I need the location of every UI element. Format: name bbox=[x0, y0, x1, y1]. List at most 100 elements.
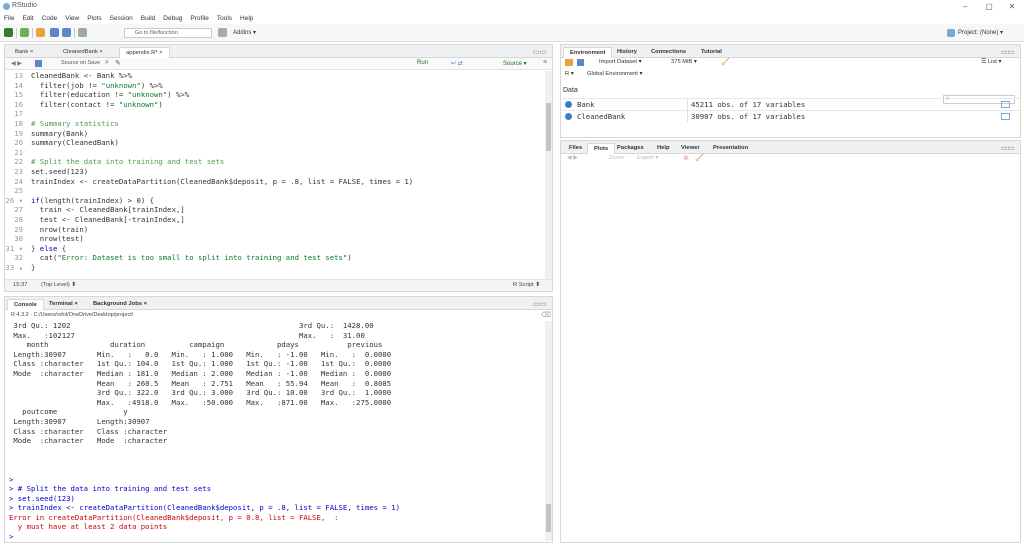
view-table-icon[interactable] bbox=[1001, 101, 1010, 108]
view-table-icon[interactable] bbox=[1001, 113, 1010, 120]
code-line[interactable]: 17 bbox=[5, 109, 545, 119]
file-type-selector[interactable]: R Script ⬍ bbox=[513, 282, 540, 288]
scope-dropdown[interactable]: Global Environment ▾ bbox=[587, 71, 642, 77]
list-view-dropdown[interactable]: ☰ List ▾ bbox=[981, 59, 1001, 65]
code-line[interactable]: 28 test <- CleanedBank[-trainIndex,] bbox=[5, 215, 545, 225]
code-line[interactable]: 32 cat("Error: Dataset is too small to s… bbox=[5, 253, 545, 263]
code-line[interactable]: 21 bbox=[5, 148, 545, 158]
tab-terminal[interactable]: Terminal × bbox=[43, 299, 84, 310]
rerun-icon[interactable]: ↩ ⇄ bbox=[451, 60, 463, 67]
code-line[interactable]: 15 filter(education != "unknown") %>% bbox=[5, 90, 545, 100]
goto-file-input[interactable]: Go to file/function bbox=[124, 28, 212, 38]
tab-files[interactable]: Files bbox=[563, 143, 588, 154]
grid-layout-icon[interactable] bbox=[218, 28, 227, 37]
tab-viewer[interactable]: Viewer bbox=[675, 143, 706, 154]
files-minimize-icon[interactable]: ▭▭ bbox=[1001, 144, 1014, 152]
memory-usage[interactable]: 375 MiB ▾ bbox=[671, 59, 697, 65]
close-button[interactable]: ✕ bbox=[1002, 1, 1022, 12]
tab-console[interactable]: Console bbox=[7, 299, 44, 310]
console-output[interactable]: 3rd Qu.: 1202 3rd Qu.: 1428.00 Max. :102… bbox=[9, 321, 545, 541]
maximize-button[interactable]: ▢ bbox=[979, 1, 999, 12]
editor-minimize-icon[interactable]: ▭▭ bbox=[533, 48, 546, 56]
remove-plot-icon[interactable]: ⊗ bbox=[683, 154, 689, 162]
export-button[interactable]: Export ▾ bbox=[637, 155, 658, 161]
save-all-icon[interactable] bbox=[62, 28, 71, 37]
project-menu[interactable]: Project: (None) ▾ bbox=[958, 29, 1003, 36]
scope-selector[interactable]: (Top Level) ⬍ bbox=[41, 282, 76, 288]
code-line[interactable]: 18 # Summary statistics bbox=[5, 119, 545, 129]
tab-presentation[interactable]: Presentation bbox=[707, 143, 754, 154]
code-line[interactable]: 20 summary(CleanedBank) bbox=[5, 138, 545, 148]
editor-scroll-thumb[interactable] bbox=[546, 103, 551, 151]
find-icon[interactable]: ⌕ bbox=[105, 59, 109, 67]
tab-bank[interactable]: Bank × bbox=[9, 47, 39, 58]
menu-edit[interactable]: Edit bbox=[22, 15, 33, 22]
open-file-icon[interactable] bbox=[36, 28, 45, 37]
menu-build[interactable]: Build bbox=[141, 15, 155, 22]
r-language-selector[interactable]: R ▾ bbox=[565, 71, 574, 77]
tab-tutorial[interactable]: Tutorial bbox=[695, 47, 728, 58]
menu-plots[interactable]: Plots bbox=[87, 15, 101, 22]
tab-history[interactable]: History bbox=[611, 47, 643, 58]
tab-packages[interactable]: Packages bbox=[611, 143, 650, 154]
code-line[interactable]: 23 set.seed(123) bbox=[5, 167, 545, 177]
env-row-bank[interactable]: Bank 45211 obs. of 17 variables bbox=[561, 98, 1020, 110]
clear-workspace-icon[interactable]: 🧹 bbox=[721, 58, 730, 66]
menu-view[interactable]: View bbox=[65, 15, 79, 22]
console-minimize-icon[interactable]: ▭▭ bbox=[533, 300, 546, 308]
code-line[interactable]: 16 filter(contact != "unknown") bbox=[5, 100, 545, 110]
code-line[interactable]: 19 summary(Bank) bbox=[5, 129, 545, 139]
outline-icon[interactable]: ≡ bbox=[543, 59, 547, 66]
code-line[interactable]: 24 trainIndex <- createDataPartition(Clea… bbox=[5, 177, 545, 187]
expand-icon[interactable] bbox=[565, 113, 572, 120]
back-icon[interactable]: ◀ ▶ bbox=[11, 60, 22, 67]
new-file-icon[interactable] bbox=[4, 28, 13, 37]
run-button[interactable]: Run bbox=[417, 60, 428, 66]
menu-debug[interactable]: Debug bbox=[163, 15, 182, 22]
source-on-save-checkbox[interactable]: Source on Save bbox=[61, 60, 100, 66]
new-project-icon[interactable] bbox=[20, 28, 29, 37]
code-line[interactable]: 31 ▾} else { bbox=[5, 244, 545, 254]
save-editor-icon[interactable] bbox=[35, 60, 42, 67]
clear-console-icon[interactable]: ⌫ bbox=[541, 311, 551, 319]
tab-background-jobs[interactable]: Background Jobs × bbox=[87, 299, 153, 310]
zoom-button[interactable]: Zoom bbox=[609, 155, 624, 161]
menu-session[interactable]: Session bbox=[110, 15, 133, 22]
expand-icon[interactable] bbox=[565, 101, 572, 108]
code-line[interactable]: 27 train <- CleanedBank[trainIndex,] bbox=[5, 205, 545, 215]
addins-dropdown[interactable]: Addins ▾ bbox=[233, 29, 256, 36]
tab-environment[interactable]: Environment bbox=[563, 47, 613, 58]
minimize-button[interactable]: – bbox=[955, 1, 975, 12]
code-line[interactable]: 14 filter(job != "unknown") %>% bbox=[5, 81, 545, 91]
code-tools-icon[interactable]: ✎ bbox=[115, 59, 121, 67]
menu-tools[interactable]: Tools bbox=[217, 15, 232, 22]
code-line[interactable]: 30 nrow(test) bbox=[5, 234, 545, 244]
save-workspace-icon[interactable] bbox=[577, 59, 584, 66]
import-dataset-button[interactable]: Import Dataset ▾ bbox=[599, 59, 642, 65]
tab-connections[interactable]: Connections bbox=[645, 47, 692, 58]
code-line[interactable]: 13 CleanedBank <- Bank %>% bbox=[5, 71, 545, 81]
code-line[interactable]: 22 # Split the data into training and tes… bbox=[5, 157, 545, 167]
code-line[interactable]: 29 nrow(train) bbox=[5, 225, 545, 235]
clear-plots-icon[interactable]: 🧹 bbox=[695, 154, 704, 162]
code-line[interactable]: 26 ▾ if(length(trainIndex) > 0) { bbox=[5, 196, 545, 206]
menu-help[interactable]: Help bbox=[240, 15, 253, 22]
code-editor[interactable]: 13 CleanedBank <- Bank %>% 14 filter(job !… bbox=[5, 71, 545, 279]
tab-appendix[interactable]: appendix.R* × bbox=[119, 47, 170, 58]
environment-minimize-icon[interactable]: ▭▭ bbox=[1001, 48, 1014, 56]
menu-file[interactable]: File bbox=[4, 15, 14, 22]
code-token: ) bbox=[347, 253, 352, 263]
save-icon[interactable] bbox=[50, 28, 59, 37]
console-scroll-thumb[interactable] bbox=[546, 504, 551, 532]
tab-help[interactable]: Help bbox=[651, 143, 676, 154]
env-row-cleanedbank[interactable]: CleanedBank 30907 obs. of 17 variables bbox=[561, 110, 1020, 122]
menu-code[interactable]: Code bbox=[42, 15, 58, 22]
code-line[interactable]: 33 ▴} bbox=[5, 263, 545, 273]
menu-profile[interactable]: Profile bbox=[190, 15, 208, 22]
tab-cleanedbank[interactable]: CleanedBank × bbox=[57, 47, 109, 58]
plot-nav-icon[interactable]: ◀ ▶ bbox=[567, 155, 578, 161]
print-icon[interactable] bbox=[78, 28, 87, 37]
source-button[interactable]: Source ▾ bbox=[503, 60, 527, 67]
load-workspace-icon[interactable] bbox=[565, 59, 573, 66]
code-line[interactable]: 25 bbox=[5, 186, 545, 196]
